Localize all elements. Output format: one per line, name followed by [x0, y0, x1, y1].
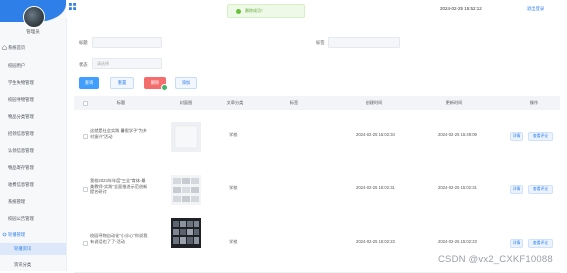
sidebar-item-storage[interactable]: 物品寄存管理 [0, 162, 66, 174]
check-icon [236, 8, 241, 14]
row-title: 我校2023年年度"三全"育体-最美教师-实践"全面推进示范创新提名研讨 [90, 178, 148, 194]
row-title: 校园寻物自动化"小诊心"你说我有说话也了了-活动 [90, 233, 148, 244]
view-comments-button[interactable]: 查看评论 [528, 185, 553, 194]
table-row: 我校2023年年度"三全"育体-最美教师-实践"全面推进示范创新提名研讨 学校 … [74, 164, 560, 219]
col-created: 创建时间 [365, 100, 383, 105]
status-select[interactable]: 请选择 [92, 58, 162, 69]
home-icon [2, 45, 7, 50]
row-title: 这就是社会实践 暑假学子"为乡村振兴"活动 [90, 128, 148, 139]
row-created: 2024-02-25 15:02:34 [356, 132, 395, 137]
settings-icon [2, 232, 7, 237]
view-comments-button[interactable]: 查看评论 [528, 239, 553, 248]
sidebar-item-home[interactable]: 系统首页 [0, 42, 66, 54]
tag-label: 标签 [316, 40, 325, 45]
sidebar-item-found[interactable]: 招领信息管理 [0, 128, 66, 140]
cover-image[interactable] [171, 175, 201, 205]
col-title: 标题 [116, 100, 126, 105]
sidebar-item-lost-items[interactable]: 学生失物管理 [0, 77, 66, 89]
row-created: 2024-02-25 15:02:31 [356, 185, 395, 190]
add-button[interactable]: 添加 [175, 77, 197, 89]
col-tag: 标签 [289, 100, 299, 105]
sidebar-item-search-items[interactable]: 校园寻物管理 [0, 94, 66, 106]
sidebar-item-claims[interactable]: 认领信息管理 [0, 145, 66, 157]
table-row: 这就是社会实践 暑假学子"为乡村振兴"活动 学校 2024-02-25 15:0… [74, 110, 560, 165]
col-updated: 更新时间 [445, 100, 463, 105]
sidebar-item-fees[interactable]: 收费信息管理 [0, 179, 66, 191]
select-all-checkbox[interactable] [83, 101, 88, 106]
row-checkbox[interactable] [83, 187, 88, 192]
reset-button[interactable]: 重置 [110, 77, 134, 89]
detail-button[interactable]: 详情 [510, 132, 523, 141]
title-input[interactable] [92, 37, 162, 48]
toast-text: 删除成功！ [245, 8, 265, 13]
cover-image[interactable] [171, 122, 201, 152]
detail-button[interactable]: 详情 [510, 185, 523, 194]
title-label: 标题 [79, 40, 88, 45]
detail-button[interactable]: 详情 [510, 239, 523, 248]
status-dot [161, 84, 168, 91]
current-datetime: 2024-02-25 15:52:12 [440, 6, 482, 11]
sidebar-subitem-news-category[interactable]: 资讯分类 [0, 259, 66, 271]
row-category: 学校 [229, 185, 238, 190]
top-bar [66, 0, 567, 18]
row-checkbox[interactable] [83, 241, 88, 246]
menu-grid-icon[interactable] [69, 3, 76, 10]
sidebar-subitem-news[interactable]: 轮播资讯 [0, 243, 66, 255]
row-checkbox[interactable] [83, 134, 88, 139]
cover-image[interactable] [171, 218, 201, 248]
delete-button[interactable]: 删除 [144, 77, 168, 91]
search-button[interactable]: 查询 [79, 77, 99, 89]
row-category: 学校 [229, 132, 238, 137]
sidebar-item-announcements[interactable]: 校园公告管理 [0, 213, 66, 225]
avatar[interactable] [23, 6, 45, 28]
status-label: 状态 [79, 62, 88, 67]
row-category: 学校 [229, 239, 238, 244]
sidebar-item-system[interactable]: 系统管理 [0, 196, 66, 208]
username: 管理员 [26, 29, 40, 34]
row-updated: 2024-02-25 15:02:23 [438, 239, 477, 244]
watermark: CSDN @vx2_CXKF10088 [438, 254, 553, 265]
col-category: 文章分类 [226, 100, 244, 105]
tag-input[interactable] [328, 37, 400, 48]
row-updated: 2024-02-25 15:49:09 [438, 132, 477, 137]
sidebar-item-campus-users[interactable]: 校园用户 [0, 60, 66, 72]
success-toast: 删除成功！ [227, 4, 305, 18]
sidebar-item-categories[interactable]: 物品分类管理 [0, 111, 66, 123]
logout-link[interactable]: 退出登录 [527, 6, 544, 12]
view-comments-button[interactable]: 查看评论 [528, 132, 553, 141]
col-actions: 操作 [529, 100, 539, 105]
row-created: 2024-02-25 15:02:23 [356, 239, 395, 244]
col-cover: 封面图 [179, 100, 193, 105]
table-header: 标题 封面图 文章分类 标签 创建时间 更新时间 操作 [74, 96, 560, 111]
row-updated: 2024-02-25 15:02:31 [438, 185, 477, 190]
sidebar-item-carousel[interactable]: 轮播管理 [0, 229, 66, 241]
sidebar: 管理员 系统首页 校园用户 学生失物管理 校园寻物管理 物品分类管理 招领信息管… [0, 0, 67, 271]
